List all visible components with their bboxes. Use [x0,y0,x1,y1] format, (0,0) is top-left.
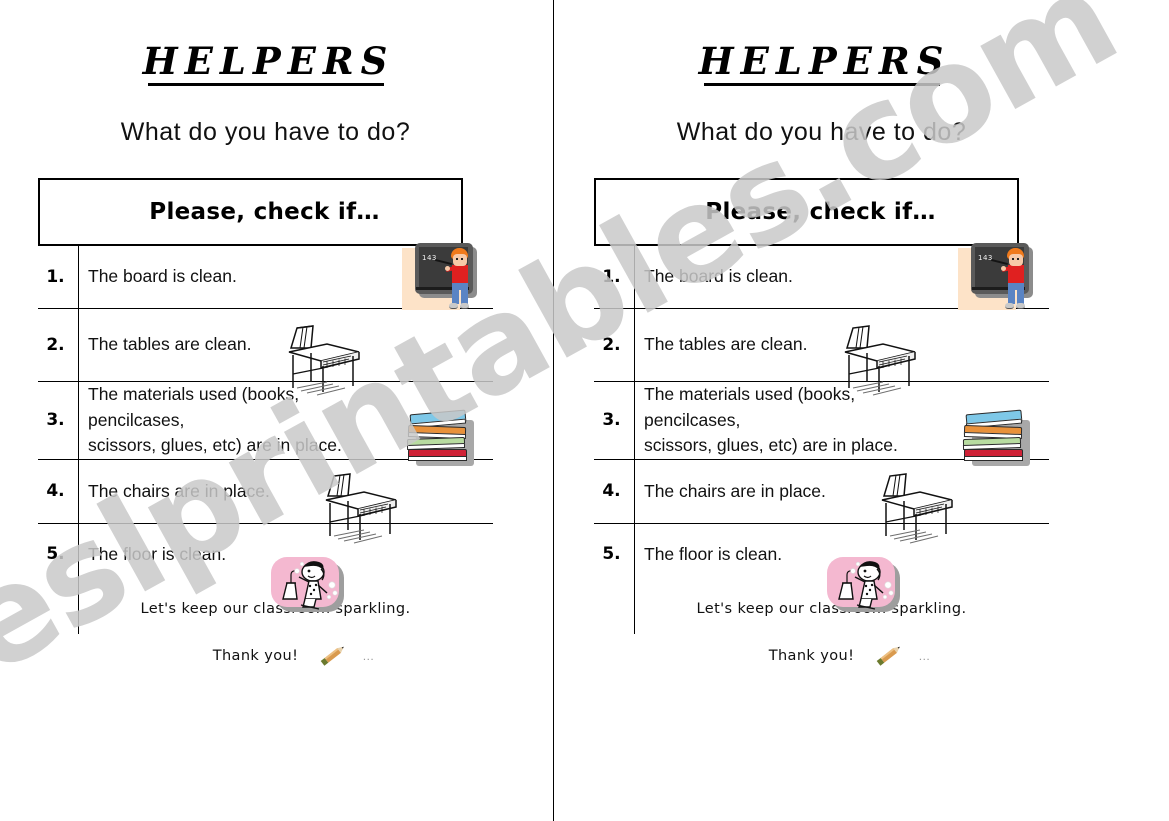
instruction-box: Please, check if… [594,177,1019,246]
footer-line-2-group: Thank you! … [58,641,493,671]
checklist-row[interactable]: 5. The floor is clean. [594,524,1049,585]
checklist-row[interactable]: 3. The materials used (books, pencilcase… [594,382,1049,460]
row-number: 1. [46,266,65,287]
row-text: The chairs are in place. [644,480,826,501]
footer-thanks-text: Thank you! [212,647,299,664]
instruction-box: Please, check if… [38,177,463,246]
row-number: 2. [602,334,621,355]
checklist-row[interactable]: 3. The materials used (books, pencilcase… [38,382,493,460]
row-text: The tables are clean. [644,334,808,355]
row-text: The board is clean. [88,266,237,287]
footer-line-1: Let's keep our classroom sparkling. [140,600,411,617]
instruction-text: Please, check if… [705,198,936,225]
pencil-icon [312,641,352,671]
number-column-divider [634,245,635,634]
title-underline [147,82,384,86]
number-column-divider [78,245,79,634]
worksheet-copy-right: HELPERS What do you have to do? Please, … [554,0,1169,821]
row-text: The floor is clean. [88,543,227,564]
row-text: The tables are clean. [88,334,252,355]
footer-line-2-group: Thank you! … [614,641,1049,671]
checklist-row[interactable]: 4. The chairs are in place. [594,460,1049,524]
row-text: The floor is clean. [644,543,783,564]
page-title: HELPERS [142,39,395,83]
checklist-row[interactable]: 1. The board is clean. [38,246,493,309]
footer-trailing-dots: … [918,648,931,663]
row-number: 2. [46,334,65,355]
subtitle: What do you have to do? [676,117,967,146]
footer-line-1: Let's keep our classroom sparkling. [696,600,967,617]
instruction-text: Please, check if… [149,198,380,225]
row-text: The board is clean. [644,266,793,287]
subtitle: What do you have to do? [120,117,411,146]
checklist-table: 1. The board is clean. 2. The tables are… [38,245,493,634]
row-number: 4. [602,481,621,502]
checklist-row[interactable]: 2. The tables are clean. [594,309,1049,382]
worksheet-copy-left: HELPERS What do you have to do? Please, … [0,0,553,821]
row-text: The materials used (books, pencilcases, … [88,384,342,456]
checklist-row[interactable]: 5. The floor is clean. [38,524,493,585]
checklist-row[interactable]: 2. The tables are clean. [38,309,493,382]
checklist-table: 1. The board is clean. 2. The tables are… [594,245,1049,634]
row-number: 4. [46,481,65,502]
row-number: 3. [602,410,621,431]
footer: Let's keep our classroom sparkling. Than… [594,601,1049,671]
page-title: HELPERS [698,39,951,83]
footer-trailing-dots: … [362,648,375,663]
row-number: 1. [602,266,621,287]
pencil-icon [868,641,908,671]
footer: Let's keep our classroom sparkling. Than… [38,601,493,671]
checklist-row[interactable]: 1. The board is clean. [594,246,1049,309]
footer-thanks-text: Thank you! [768,647,855,664]
row-number: 3. [46,410,65,431]
row-text: The chairs are in place. [88,480,270,501]
row-text: The materials used (books, pencilcases, … [644,384,898,456]
checklist-row[interactable]: 4. The chairs are in place. [38,460,493,524]
row-number: 5. [602,544,621,565]
row-number: 5. [46,544,65,565]
title-underline [703,82,940,86]
